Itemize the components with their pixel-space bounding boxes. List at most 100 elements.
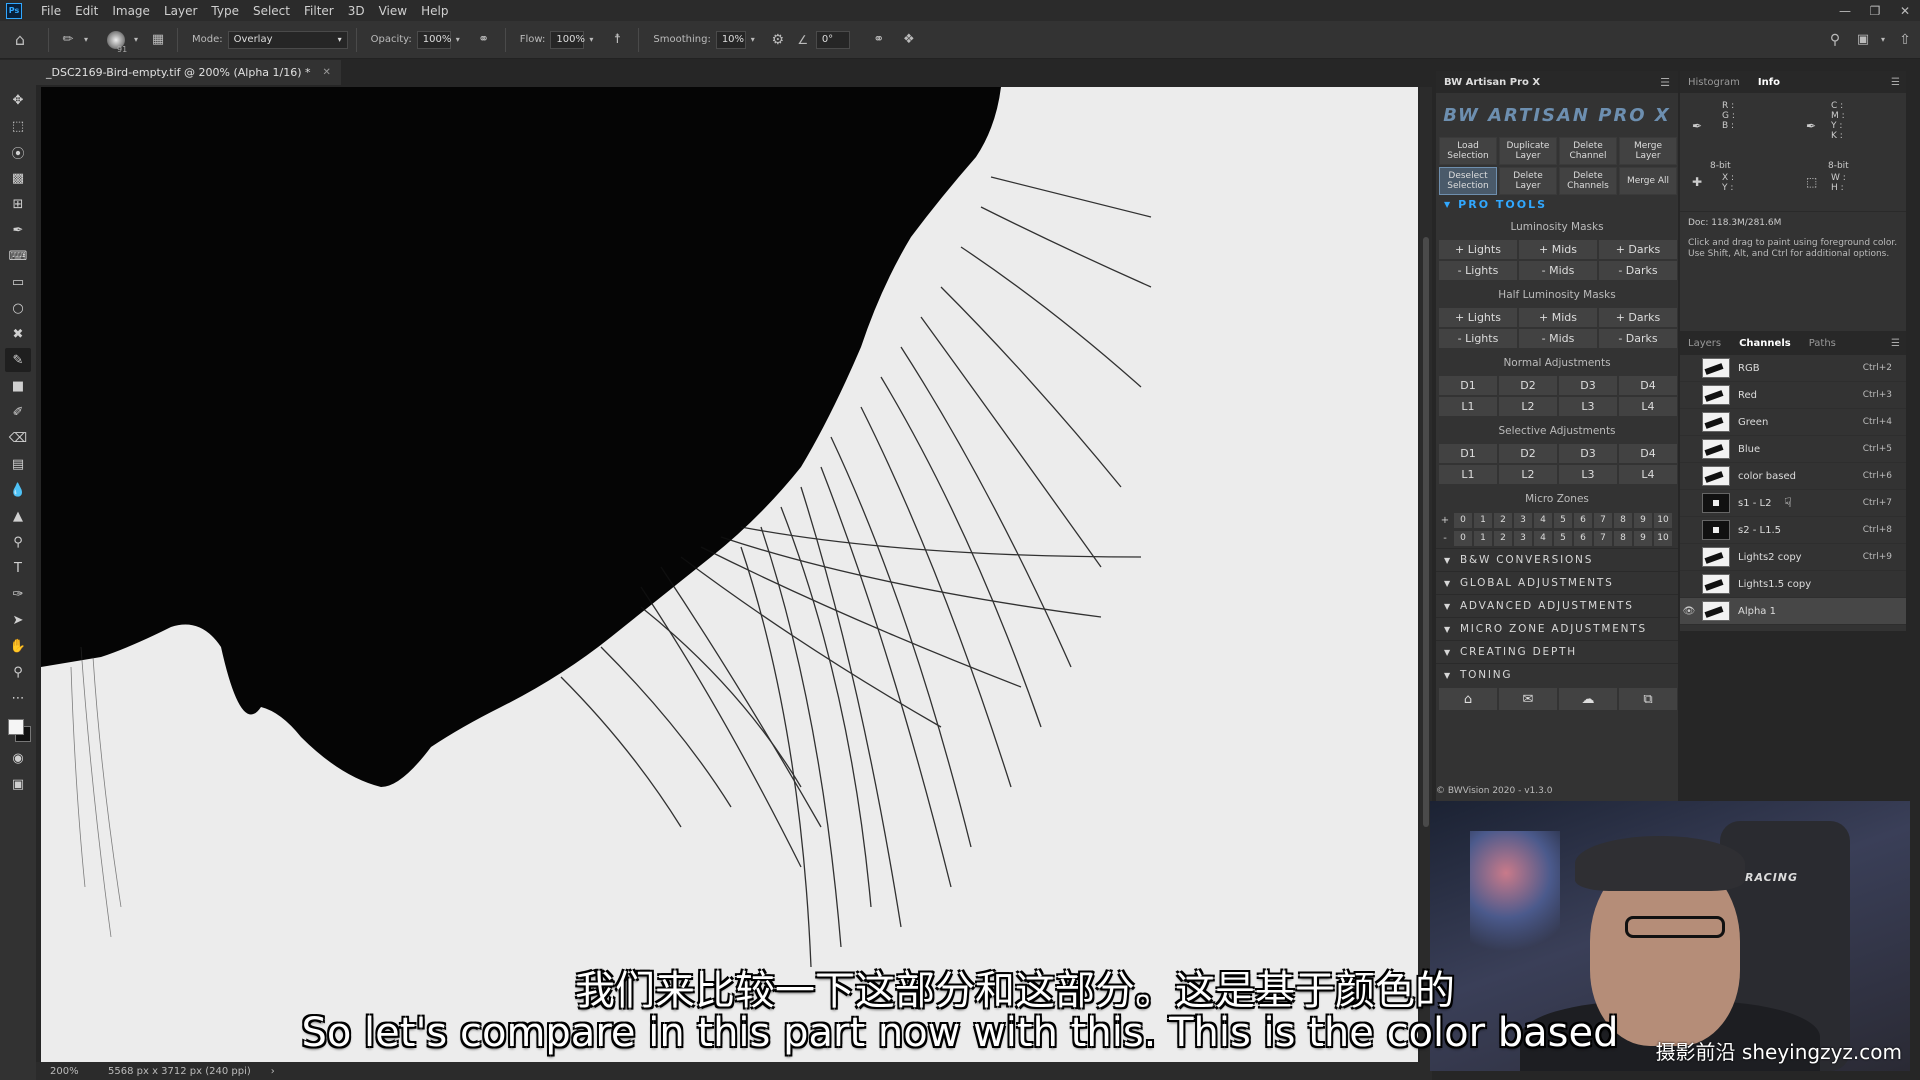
micro-plus-10-button[interactable]: 10 (1654, 512, 1672, 528)
micro-minus-6-button[interactable]: 6 (1574, 530, 1592, 546)
stamp-tool-icon[interactable]: ■ (5, 374, 31, 398)
micro-minus-0-button[interactable]: 0 (1454, 530, 1472, 546)
channel-row[interactable]: Red Ctrl+3 (1680, 382, 1906, 409)
micro-minus-2-button[interactable]: 2 (1494, 530, 1512, 546)
normal-d2-button[interactable]: D2 (1499, 376, 1557, 395)
chevron-down-icon[interactable]: ▾ (584, 35, 598, 44)
lum-minus-lights-button[interactable]: - Lights (1439, 261, 1517, 280)
mail-icon[interactable]: ✉ (1499, 688, 1557, 710)
normal-l1-button[interactable]: L1 (1439, 397, 1497, 416)
zoom-level[interactable]: 200% (36, 1066, 86, 1077)
foreground-color-swatch[interactable] (8, 719, 24, 735)
micro-plus-6-button[interactable]: 6 (1574, 512, 1592, 528)
brush-tool-icon[interactable]: ✏ (57, 32, 79, 47)
smoothing-input[interactable]: 10% (715, 30, 746, 49)
close-tab-icon[interactable]: ✕ (323, 67, 331, 78)
channel-row[interactable]: s2 - L1.5 Ctrl+8 (1680, 517, 1906, 544)
selective-l4-button[interactable]: L4 (1619, 465, 1677, 484)
selective-d1-button[interactable]: D1 (1439, 444, 1497, 463)
toning-section[interactable]: ▼ TONING (1436, 663, 1678, 686)
micro-plus-4-button[interactable]: 4 (1534, 512, 1552, 528)
micro-plus-1-button[interactable]: 1 (1474, 512, 1492, 528)
path-selection-tool-icon[interactable]: ➤ (5, 608, 31, 632)
channel-row[interactable]: RGB Ctrl+2 (1680, 355, 1906, 382)
gradient-tool-icon[interactable]: ▤ (5, 452, 31, 476)
half-plus-lights-button[interactable]: + Lights (1439, 308, 1517, 327)
history-brush-tool-icon[interactable]: ✐ (5, 400, 31, 424)
channel-row[interactable]: Lights1.5 copy (1680, 571, 1906, 598)
dodge-tool-icon[interactable]: ▲ (5, 504, 31, 528)
document-tab[interactable]: _DSC2169-Bird-empty.tif @ 200% (Alpha 1/… (36, 60, 341, 85)
close-icon[interactable]: ✕ (1890, 0, 1920, 21)
type-tool-icon[interactable]: T (5, 556, 31, 580)
pressure-opacity-icon[interactable]: ⚭ (471, 32, 497, 47)
menu-window[interactable]: Help (414, 4, 455, 18)
lum-plus-darks-button[interactable]: + Darks (1599, 240, 1677, 259)
lum-minus-darks-button[interactable]: - Darks (1599, 261, 1677, 280)
micro-plus-9-button[interactable]: 9 (1634, 512, 1652, 528)
lum-plus-lights-button[interactable]: + Lights (1439, 240, 1517, 259)
half-minus-darks-button[interactable]: - Darks (1599, 329, 1677, 348)
channel-row[interactable]: s1 - L2 ☟ Ctrl+7 (1680, 490, 1906, 517)
channel-row[interactable]: Blue Ctrl+5 (1680, 436, 1906, 463)
chevron-down-icon[interactable]: ▾ (451, 35, 465, 44)
blur-tool-icon[interactable]: 💧 (5, 478, 31, 502)
workspace-icon[interactable]: ▣ (1850, 32, 1876, 47)
lasso-tool-icon[interactable]: ⦿ (5, 140, 31, 164)
brush-settings-icon[interactable]: ▦ (147, 32, 169, 47)
channel-row[interactable]: Lights2 copy Ctrl+9 (1680, 544, 1906, 571)
selective-l2-button[interactable]: L2 (1499, 465, 1557, 484)
selective-l3-button[interactable]: L3 (1559, 465, 1617, 484)
pro-tools-header[interactable]: ▼ PRO TOOLS (1436, 195, 1678, 214)
pen-tool-icon[interactable]: ✑ (5, 582, 31, 606)
menu-image[interactable]: Image (105, 4, 157, 18)
menu-type[interactable]: Type (204, 4, 246, 18)
selective-l1-button[interactable]: L1 (1439, 465, 1497, 484)
merge-all-button[interactable]: Merge All (1619, 167, 1677, 195)
chevron-down-icon[interactable]: ▾ (79, 35, 93, 44)
bw-conversions-section[interactable]: ▼ B&W CONVERSIONS (1436, 548, 1678, 571)
duplicate-layer-button[interactable]: Duplicate Layer (1499, 137, 1557, 165)
panel-menu-icon[interactable]: ☰ (1891, 77, 1900, 88)
lum-plus-mids-button[interactable]: + Mids (1519, 240, 1597, 259)
minimize-icon[interactable]: — (1830, 0, 1860, 21)
mode-select[interactable]: Overlay ▾ (227, 30, 348, 49)
tab-info[interactable]: Info (1758, 77, 1780, 88)
healing-brush-tool-icon[interactable]: ⌨ (5, 244, 31, 268)
delete-channels-button[interactable]: Delete Channels (1559, 167, 1617, 195)
selective-d3-button[interactable]: D3 (1559, 444, 1617, 463)
menu-edit[interactable]: Edit (68, 4, 105, 18)
global-adjustments-section[interactable]: ▼ GLOBAL ADJUSTMENTS (1436, 571, 1678, 594)
selective-d2-button[interactable]: D2 (1499, 444, 1557, 463)
micro-minus-8-button[interactable]: 8 (1614, 530, 1632, 546)
burn-tool-icon[interactable]: ⚲ (5, 530, 31, 554)
menu-select[interactable]: Select (246, 4, 297, 18)
normal-d4-button[interactable]: D4 (1619, 376, 1677, 395)
half-minus-mids-button[interactable]: - Mids (1519, 329, 1597, 348)
micro-plus-8-button[interactable]: 8 (1614, 512, 1632, 528)
clone-tool-icon[interactable]: ○ (5, 296, 31, 320)
restore-icon[interactable]: ❐ (1860, 0, 1890, 21)
deselect-selection-button[interactable]: Deselect Selection (1439, 167, 1497, 195)
flow-input[interactable]: 100% (550, 30, 585, 49)
normal-d1-button[interactable]: D1 (1439, 376, 1497, 395)
menu-3d[interactable]: 3D (341, 4, 372, 18)
chevron-down-icon[interactable]: ▾ (1876, 35, 1890, 44)
micro-minus-3-button[interactable]: 3 (1514, 530, 1532, 546)
channel-row[interactable]: color based Ctrl+6 (1680, 463, 1906, 490)
panel-menu-icon[interactable]: ☰ (1891, 338, 1900, 349)
lum-minus-mids-button[interactable]: - Mids (1519, 261, 1597, 280)
micro-minus-9-button[interactable]: 9 (1634, 530, 1652, 546)
menu-view[interactable]: View (372, 4, 414, 18)
airbrush-icon[interactable]: ☨ (604, 32, 630, 47)
hand-tool-icon[interactable]: ✋ (5, 634, 31, 658)
eyedropper-tool-icon[interactable]: ✒ (5, 218, 31, 242)
tab-histogram[interactable]: Histogram (1688, 77, 1740, 88)
channel-row[interactable]: Green Ctrl+4 (1680, 409, 1906, 436)
menu-layer[interactable]: Layer (157, 4, 204, 18)
color-swatches[interactable] (5, 716, 31, 746)
screen-mode-icon[interactable]: ▣ (5, 772, 31, 796)
symmetry-icon[interactable]: ❖ (894, 32, 924, 47)
half-plus-darks-button[interactable]: + Darks (1599, 308, 1677, 327)
home-icon[interactable]: ⌂ (1439, 688, 1497, 710)
